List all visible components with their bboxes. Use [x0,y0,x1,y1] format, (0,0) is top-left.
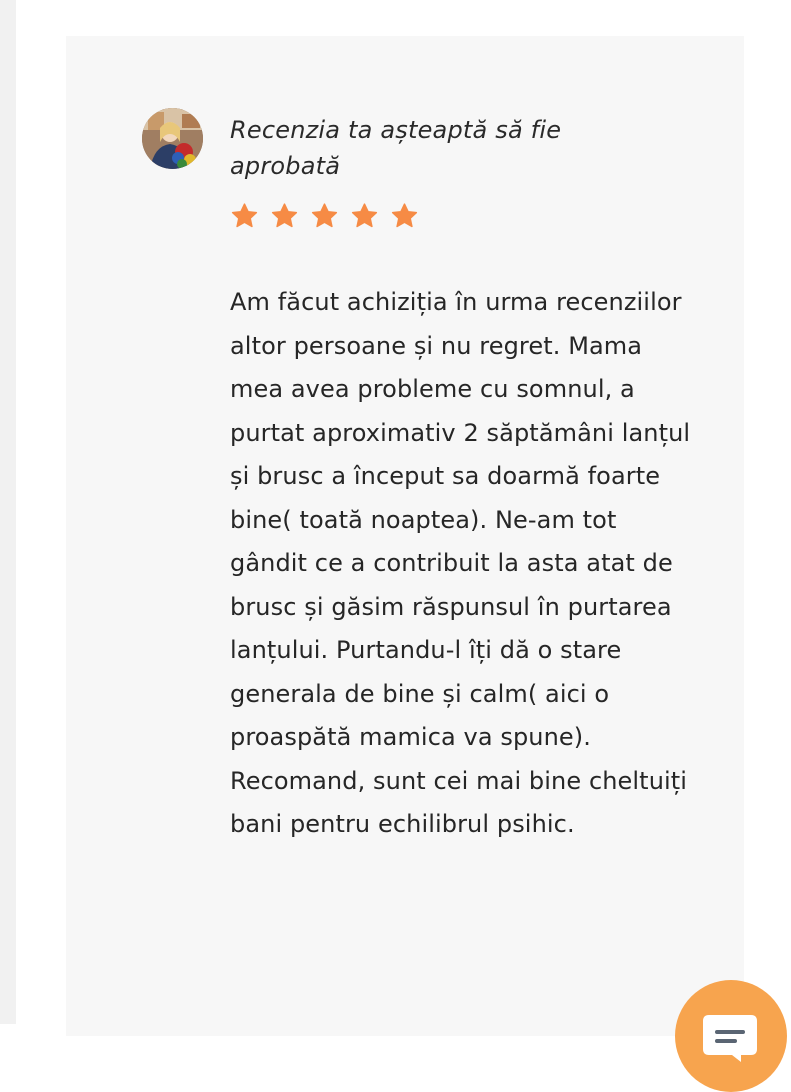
star-icon [351,203,378,228]
review-body: Am făcut achiziția în urma recenziilor a… [230,288,691,838]
star-icon [391,203,418,228]
star-rating [230,202,670,232]
star-icon [271,203,298,228]
star-icon [311,203,338,228]
avatar-photo [142,108,203,169]
review-card: Recenzia ta așteaptă să fie aprobată Am … [66,36,787,1092]
page-edge [0,0,16,1024]
chat-button[interactable] [675,980,787,1092]
pending-approval-notice: Recenzia ta așteaptă să fie aprobată [230,116,562,180]
star-icon [231,203,258,228]
chat-bubble-icon [703,1015,757,1062]
review-header: Recenzia ta așteaptă să fie aprobată [230,112,670,232]
avatar [142,108,203,169]
